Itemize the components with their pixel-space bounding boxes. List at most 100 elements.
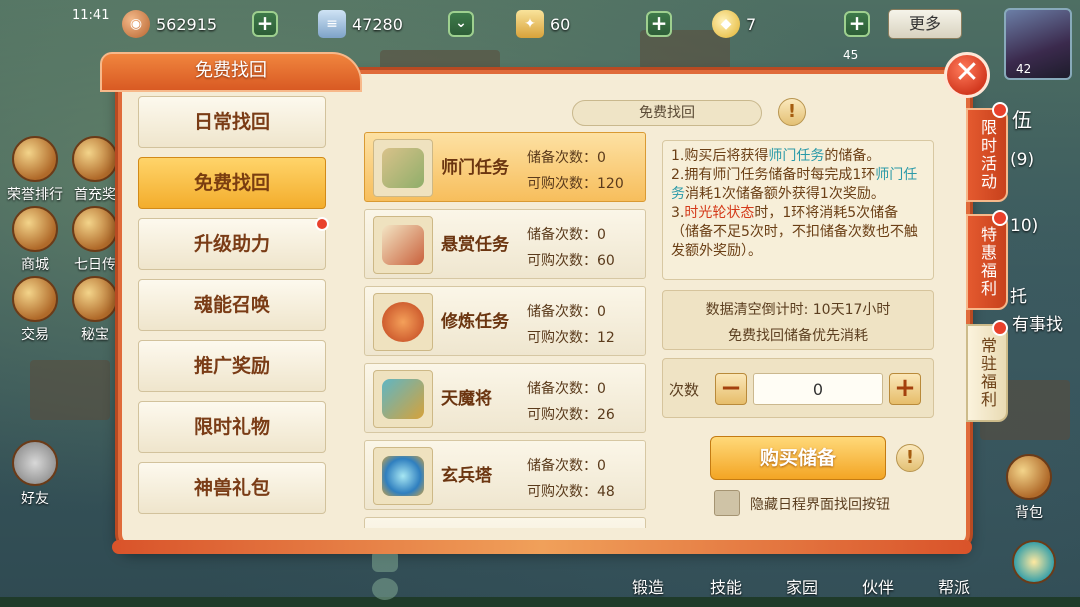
taiji-icon-button[interactable] xyxy=(1006,540,1062,586)
nav-item-soul-summon[interactable]: 魂能召唤 xyxy=(138,279,326,331)
task-list[interactable]: 师门任务 储备次数：0 可购次数：120 悬赏任务 储备次数：0 可购次数：60… xyxy=(364,132,646,528)
bottom-nav-home[interactable]: 家园 xyxy=(786,574,818,598)
resource-gold: ◆ 7 xyxy=(712,10,756,38)
hide-button-checkbox[interactable] xyxy=(714,490,740,516)
task-stored: 储备次数：0 xyxy=(527,381,606,397)
quantity-input[interactable] xyxy=(753,373,883,405)
taiji-icon xyxy=(1012,540,1056,584)
bg-text: 伍 xyxy=(1012,108,1032,132)
player-level: 42 xyxy=(1016,62,1032,76)
nav-item-promo-reward[interactable]: 推广奖励 xyxy=(138,340,326,392)
bottom-nav-forge[interactable]: 锻造 xyxy=(632,574,664,598)
countdown-text: 数据清空倒计时: 10天17小时 xyxy=(705,302,891,318)
buy-info-icon[interactable]: ! xyxy=(896,444,924,472)
friends-icon-button[interactable]: 好友 xyxy=(4,440,66,508)
shop-label: 商城 xyxy=(21,257,49,273)
section-info-icon[interactable]: ! xyxy=(778,98,806,126)
task-name: 玄兵塔 xyxy=(441,466,492,486)
bottom-strip xyxy=(0,597,1080,607)
hide-button-label: 隐藏日程界面找回按钮 xyxy=(750,497,890,513)
close-button[interactable]: ✕ xyxy=(944,52,990,98)
seven-day-label: 七日传 xyxy=(74,257,116,273)
task-name: 修炼任务 xyxy=(441,312,509,332)
more-button[interactable]: 更多 xyxy=(888,9,962,39)
demon-helmet-icon xyxy=(373,370,433,428)
gold-ingot-icon: ◆ xyxy=(712,10,740,38)
add-copper-button[interactable]: + xyxy=(252,11,278,37)
copper-coin-icon: ◉ xyxy=(122,10,150,38)
dialog-title: 免费找回 xyxy=(100,52,362,92)
bottom-nav-skills[interactable]: 技能 xyxy=(710,574,742,598)
resource-value: 47280 xyxy=(352,14,403,34)
backpack-icon-button[interactable]: 背包 xyxy=(998,454,1060,522)
resource-copper: ◉ 562915 xyxy=(122,10,217,38)
bg-text: 托 xyxy=(1010,287,1027,307)
task-buyable: 可购次数：26 xyxy=(527,407,615,423)
bg-text: 有事找 xyxy=(1012,315,1063,335)
task-stored: 储备次数：0 xyxy=(527,458,606,474)
first-charge-label: 首充奖 xyxy=(74,187,116,203)
task-description: 1.购买后将获得师门任务的储备。 2.拥有师门任务储备时每完成1环师门任务消耗1… xyxy=(662,140,934,280)
tab-permanent-welfare[interactable]: 常驻福利 xyxy=(966,324,1008,422)
gear-icon[interactable] xyxy=(372,578,398,600)
nav-item-daily-recovery[interactable]: 日常找回 xyxy=(138,96,326,148)
treasure-icon-button[interactable]: 秘宝 xyxy=(70,276,120,344)
quantity-plus-button[interactable]: + xyxy=(889,373,921,405)
treasure-icon xyxy=(72,276,118,322)
countdown-box: 数据清空倒计时: 10天17小时 免费找回储备优先消耗 xyxy=(662,290,934,350)
honor-rank-label: 荣誉排行 xyxy=(7,187,63,203)
portal-tower-icon xyxy=(373,447,433,505)
honor-rank-icon xyxy=(12,136,58,182)
trade-icon-button[interactable]: 交易 xyxy=(4,276,66,344)
honor-rank-icon-button[interactable]: 荣誉排行 xyxy=(4,136,66,204)
resource-scroll: ≡ 47280 xyxy=(318,10,403,38)
nav-item-beast-pack[interactable]: 神兽礼包 xyxy=(138,462,326,514)
task-name: 师门任务 xyxy=(441,158,509,178)
first-charge-icon xyxy=(72,136,118,182)
treasure-label: 秘宝 xyxy=(81,327,109,343)
notification-dot xyxy=(992,210,1008,226)
task-row-partial[interactable] xyxy=(364,517,646,528)
bounty-scroll-icon xyxy=(373,216,433,274)
seven-day-icon-button[interactable]: 七日传 xyxy=(70,206,120,274)
task-stored: 储备次数：0 xyxy=(527,304,606,320)
add-gold-button[interactable]: + xyxy=(844,11,870,37)
task-row-mystic-tower[interactable]: 玄兵塔 储备次数：0 可购次数：48 xyxy=(364,440,646,510)
first-charge-icon-button[interactable]: 首充奖 xyxy=(70,136,120,204)
player-level-mini: 45 xyxy=(843,48,859,62)
scroll-currency-icon: ≡ xyxy=(318,10,346,38)
resource-value: 7 xyxy=(746,14,757,34)
quantity-stepper: 次数 − + xyxy=(662,358,934,418)
tab-limited-events[interactable]: 限时活动 xyxy=(966,108,1008,202)
task-row-demon-general[interactable]: 天魔将 储备次数：0 可购次数：26 xyxy=(364,363,646,433)
bottom-nav-guild[interactable]: 帮派 xyxy=(938,574,970,598)
bg-text: 10) xyxy=(1010,216,1039,236)
shop-icon-button[interactable]: 商城 xyxy=(4,206,66,274)
expand-currency-button[interactable]: ⌄ xyxy=(448,11,474,37)
task-buyable: 可购次数：60 xyxy=(527,253,615,269)
task-row-master[interactable]: 师门任务 储备次数：0 可购次数：120 xyxy=(364,132,646,202)
player-avatar[interactable]: 42 xyxy=(1004,8,1072,80)
training-medal-icon xyxy=(373,293,433,351)
status-time: 11:41 xyxy=(72,8,110,23)
notification-dot xyxy=(992,320,1008,336)
backpack-icon xyxy=(1006,454,1052,500)
nav-item-level-boost[interactable]: 升级助力 xyxy=(138,217,329,270)
buy-reserve-button[interactable]: 购买储备 xyxy=(710,436,886,480)
task-name: 天魔将 xyxy=(441,389,492,409)
tab-special-offers[interactable]: 特惠福利 xyxy=(966,214,1008,310)
task-row-bounty[interactable]: 悬赏任务 储备次数：0 可购次数：60 xyxy=(364,209,646,279)
shop-icon xyxy=(12,206,58,252)
nav-item-free-recovery[interactable]: 免费找回 xyxy=(138,157,326,209)
quantity-minus-button[interactable]: − xyxy=(715,373,747,405)
add-token-button[interactable]: + xyxy=(646,11,672,37)
task-buyable: 可购次数：12 xyxy=(527,330,615,346)
bottom-nav-partners[interactable]: 伙伴 xyxy=(862,574,894,598)
nav-item-limited-gift[interactable]: 限时礼物 xyxy=(138,401,326,453)
seven-day-icon xyxy=(72,206,118,252)
task-stored: 储备次数：0 xyxy=(527,227,606,243)
bg-text: (9) xyxy=(1010,150,1035,170)
scroll-icon xyxy=(373,139,433,197)
task-buyable: 可购次数：48 xyxy=(527,484,615,500)
task-row-training[interactable]: 修炼任务 储备次数：0 可购次数：12 xyxy=(364,286,646,356)
